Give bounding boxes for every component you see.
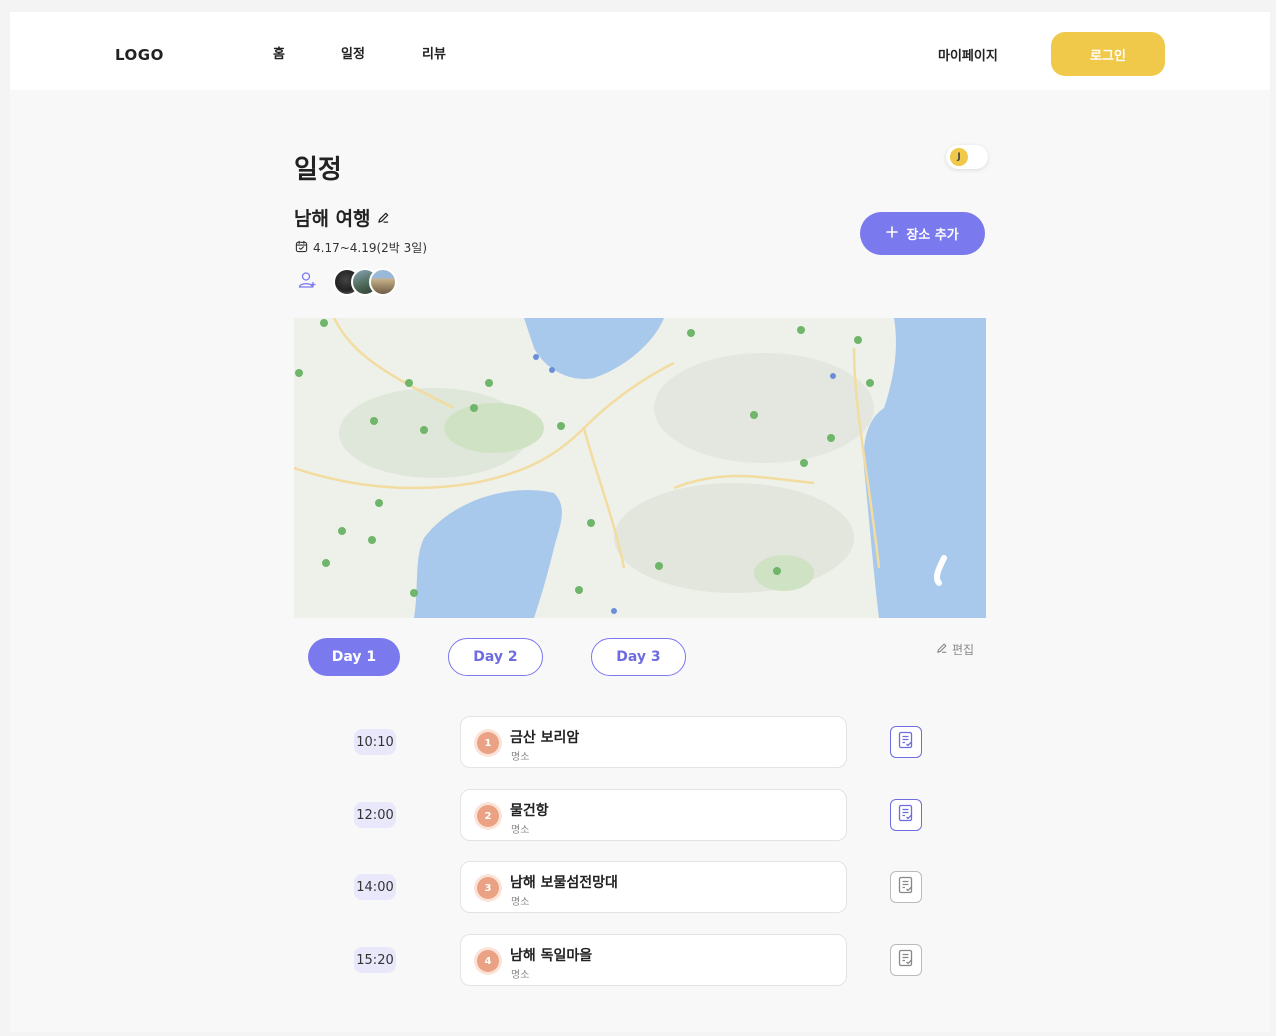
trip-dates-text: 4.17~4.19(2박 3일) <box>313 241 428 255</box>
toggle-knob: J <box>950 148 968 166</box>
page-title: 일정 <box>294 155 342 185</box>
app-frame: LOGO 홈 일정 리뷰 마이페이지 로그인 일정 J 남해 여행 4.17~4… <box>10 12 1270 1032</box>
pencil-icon <box>936 642 948 657</box>
mode-toggle[interactable]: J <box>946 145 988 169</box>
memo-check-icon <box>897 804 915 826</box>
schedule-row: 14:00 3 남해 보물섬전망대 명소 <box>10 861 1270 913</box>
trip-title-text: 남해 여행 <box>294 208 371 230</box>
place-category: 명소 <box>511 970 530 981</box>
member-avatar <box>369 268 397 296</box>
place-name: 금산 보리암 <box>510 730 580 746</box>
edit-label: 편집 <box>952 643 975 657</box>
schedule-row: 12:00 2 물건항 명소 <box>10 789 1270 841</box>
schedule-time[interactable]: 15:20 <box>354 947 396 973</box>
place-name: 남해 보물섬전망대 <box>510 875 618 891</box>
memo-button[interactable] <box>890 726 922 758</box>
place-order-badge: 3 <box>477 877 499 899</box>
header: LOGO 홈 일정 리뷰 마이페이지 로그인 <box>10 12 1270 90</box>
schedule-time[interactable]: 12:00 <box>354 802 396 828</box>
place-category: 명소 <box>511 897 530 908</box>
place-category: 명소 <box>511 825 530 836</box>
add-member-icon[interactable] <box>297 270 317 294</box>
place-name: 남해 독일마을 <box>510 948 593 964</box>
memo-check-icon <box>897 876 915 898</box>
place-name: 물건항 <box>510 803 549 819</box>
add-place-button[interactable]: 장소 추가 <box>860 212 985 255</box>
edit-title-icon[interactable] <box>377 207 390 229</box>
place-category: 명소 <box>511 752 530 763</box>
nav-item-review[interactable]: 리뷰 <box>422 43 446 62</box>
schedule-time[interactable]: 10:10 <box>354 729 396 755</box>
add-place-label: 장소 추가 <box>906 228 959 243</box>
login-button[interactable]: 로그인 <box>1051 32 1165 76</box>
place-card[interactable]: 2 물건항 명소 <box>460 789 847 841</box>
member-list <box>297 268 397 296</box>
map-canvas <box>294 318 986 618</box>
map-view[interactable] <box>294 318 986 618</box>
memo-button[interactable] <box>890 871 922 903</box>
plus-icon <box>886 225 899 242</box>
memo-check-icon <box>897 731 915 753</box>
tab-day-3[interactable]: Day 3 <box>591 638 686 676</box>
schedule-time[interactable]: 14:00 <box>354 874 396 900</box>
trip-dates: 4.17~4.19(2박 3일) <box>295 239 427 256</box>
schedule-row: 10:10 1 금산 보리암 명소 <box>10 716 1270 768</box>
place-order-badge: 4 <box>477 950 499 972</box>
logo[interactable]: LOGO <box>115 46 164 64</box>
calendar-icon <box>295 240 308 256</box>
schedule-row: 15:20 4 남해 독일마을 명소 <box>10 934 1270 986</box>
edit-button[interactable]: 편집 <box>936 641 974 658</box>
memo-button[interactable] <box>890 944 922 976</box>
mypage-link[interactable]: 마이페이지 <box>938 45 998 64</box>
tab-day-2[interactable]: Day 2 <box>448 638 543 676</box>
place-order-badge: 1 <box>477 732 499 754</box>
nav-item-schedule[interactable]: 일정 <box>341 43 365 62</box>
trip-title: 남해 여행 <box>294 204 390 231</box>
memo-button[interactable] <box>890 799 922 831</box>
place-card[interactable]: 3 남해 보물섬전망대 명소 <box>460 861 847 913</box>
tab-day-1[interactable]: Day 1 <box>308 638 400 676</box>
place-order-badge: 2 <box>477 805 499 827</box>
nav-item-home[interactable]: 홈 <box>273 43 285 62</box>
place-card[interactable]: 4 남해 독일마을 명소 <box>460 934 847 986</box>
place-card[interactable]: 1 금산 보리암 명소 <box>460 716 847 768</box>
memo-check-icon <box>897 949 915 971</box>
